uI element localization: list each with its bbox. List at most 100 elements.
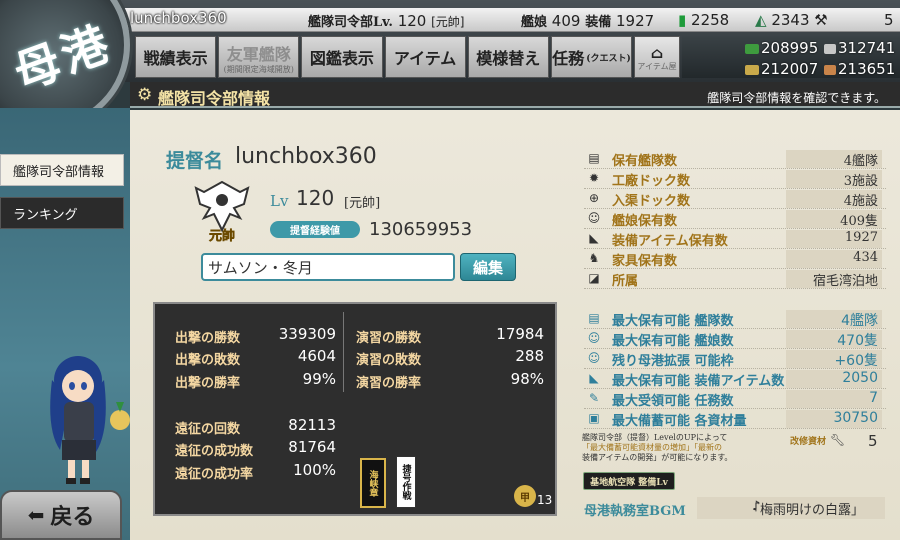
stat-row-repair-docks: ⊕ 入渠ドック数 4施設 xyxy=(584,189,886,209)
furniture-icon: ♞ xyxy=(588,251,600,265)
ammo-stat: 312741 xyxy=(824,39,895,57)
bauxite-value: 213651 xyxy=(838,60,896,78)
stat-value: 1927 xyxy=(786,230,882,248)
bauxite-stat: 213651 xyxy=(824,60,895,78)
sortie-rate-label: 出撃の勝率 xyxy=(175,376,241,391)
note-line-3: 装備アイテムの開発」が可能になります。 xyxy=(582,453,733,462)
level-rank: [元帥] xyxy=(344,196,381,211)
main-nav: 戦績表示 友軍艦隊 (期間限定海域開放) 図鑑表示 アイテム 模様替え 任務 (… xyxy=(135,36,681,78)
pvp-rate-value: 98% xyxy=(510,370,544,388)
admiral-comment-input[interactable] xyxy=(201,253,455,281)
expedition-count-label: 遠征の回数 xyxy=(175,422,241,437)
admiral-name: lunchbox360 xyxy=(235,144,377,169)
medal-strait[interactable]: 海峡章 xyxy=(360,458,386,508)
stat-label: 装備アイテム保有数 xyxy=(612,234,728,249)
improvement-material-value: 5 xyxy=(868,432,878,450)
limit-value: +60隻 xyxy=(786,350,882,369)
shop-icon: ⌂ xyxy=(650,43,664,62)
item-shop-button[interactable]: ⌂ アイテム屋 xyxy=(634,36,681,78)
nav-quest[interactable]: 任務 (クエスト) xyxy=(550,36,633,78)
nav-friend-fleet-label: 友軍艦隊 xyxy=(226,44,291,64)
limit-value: 30750 xyxy=(786,410,882,428)
limit-row-fleets: ▤ 最大保有可能 艦隊数 4艦隊 xyxy=(584,309,886,329)
pvp-wins-value: 17984 xyxy=(496,325,544,343)
sidebar-item-label: 艦隊司令部情報 xyxy=(13,164,105,180)
stat-value: 4施設 xyxy=(786,190,882,209)
nav-friend-fleet[interactable]: 友軍艦隊 (期間限定海域開放) xyxy=(218,36,300,78)
nav-encyclopedia[interactable]: 図鑑表示 xyxy=(301,36,383,78)
page-title: 艦隊司令部情報 xyxy=(158,89,271,108)
base-icon: ◪ xyxy=(588,271,600,285)
resource-icon: ▣ xyxy=(588,411,600,425)
nav-items[interactable]: アイテム xyxy=(384,36,466,78)
nav-furniture[interactable]: 模様替え xyxy=(467,36,549,78)
secretary-shipgirl-illustration[interactable] xyxy=(30,340,140,490)
limit-value: 4艦隊 xyxy=(786,310,882,329)
exp-badge: 提督経験値 xyxy=(270,221,360,238)
expedition-success-label: 遠征の成功数 xyxy=(175,444,254,459)
rank-badge-text: 元帥 xyxy=(209,228,235,244)
limit-value: 2050 xyxy=(786,370,882,388)
bgm-selector[interactable]: 「梅雨明けの白露」 xyxy=(697,497,885,519)
limit-row-shipgirls: ☺ 最大保有可能 艦娘数 470隻 xyxy=(584,329,886,349)
pvp-wins-label: 演習の勝数 xyxy=(356,331,422,346)
repair-dock-icon: ⊕ xyxy=(588,191,600,205)
equipment-icon: ◣ xyxy=(589,231,599,245)
steel-value: 212007 xyxy=(761,60,819,78)
stat-value: 4艦隊 xyxy=(786,150,882,169)
bauxite-icon xyxy=(824,64,836,75)
item-shop-label: アイテム屋 xyxy=(637,61,677,71)
sortie-losses-value: 4604 xyxy=(297,347,336,365)
nav-record[interactable]: 戦績表示 xyxy=(135,36,217,78)
medal-hard-clear[interactable]: 甲 xyxy=(514,485,536,507)
medal-hard-clear-count: 13 xyxy=(537,493,553,507)
medal-operation[interactable]: 捷号作戦 xyxy=(396,456,416,508)
ship-count-label: 艦娘 xyxy=(521,15,548,30)
bucket-value: 2258 xyxy=(691,11,730,29)
back-arrow-icon: ⬅ xyxy=(27,503,45,527)
quest-icon: ✎ xyxy=(588,391,600,405)
sidebar-item-ranking[interactable]: ランキング xyxy=(0,197,124,229)
screw-icon: ⚒ xyxy=(814,11,828,29)
shipgirl-icon: ☺ xyxy=(587,331,601,345)
limit-value: 7 xyxy=(786,390,882,408)
ship-count-stat: 艦娘 409 装備 1927 xyxy=(521,11,654,30)
sidebar-item-hq-info[interactable]: 艦隊司令部情報 xyxy=(0,154,124,186)
nav-quest-sub: (クエスト) xyxy=(586,53,631,64)
admiral-name-label: 提督名 xyxy=(166,150,224,172)
airbase-maintenance-button[interactable]: 基地航空隊 整備Lv xyxy=(583,472,675,490)
fuel-icon xyxy=(745,43,759,54)
fuel-value: 208995 xyxy=(761,39,819,57)
stat-label: 保有艦隊数 xyxy=(612,154,678,169)
ship-count-value: 409 xyxy=(551,12,581,30)
bgm-value: 「梅雨明けの白露」 xyxy=(747,502,865,518)
nav-quest-label: 任務 xyxy=(552,49,585,68)
sortie-wins-value: 339309 xyxy=(278,325,336,343)
back-button[interactable]: ⬅ 戻る xyxy=(0,490,122,540)
bucket-stat: ▮ 2258 xyxy=(678,11,729,29)
level-up-note: 艦隊司令部（提督）LevelのUPによって 「最大備蓄可能資材量の増加」「最新の… xyxy=(582,433,787,463)
devmat-value: 2343 xyxy=(771,11,810,29)
sortie-rate-value: 99% xyxy=(302,370,336,388)
stat-value: 宿毛湾泊地 xyxy=(786,270,882,289)
limit-row-resources: ▣ 最大備蓄可能 各資材量 30750 xyxy=(584,409,886,429)
edit-comment-button[interactable]: 編集 xyxy=(460,253,516,281)
hq-level-value: 120 xyxy=(397,12,427,30)
stat-row-shipgirls: ☺ 艦娘保有数 409隻 xyxy=(584,209,886,229)
equipment-icon: ◣ xyxy=(589,371,599,385)
nav-friend-fleet-sub: (期間限定海域開放) xyxy=(223,64,294,74)
level-value: 120 xyxy=(296,186,335,210)
fuel-stat: 208995 xyxy=(745,39,818,57)
record-divider xyxy=(343,312,344,392)
nav-items-label: アイテム xyxy=(393,49,457,68)
nav-record-label: 戦績表示 xyxy=(143,49,208,68)
limit-label: 残り母港拡張 可能枠 xyxy=(612,354,734,369)
ammo-value: 312741 xyxy=(838,39,896,57)
stat-label: 入渠ドック数 xyxy=(612,194,691,209)
stat-row-furniture: ♞ 家具保有数 434 xyxy=(584,249,886,269)
expedition-rate-label: 遠征の成功率 xyxy=(175,467,254,482)
level-label: Lv xyxy=(270,192,289,210)
pvp-losses-label: 演習の敗数 xyxy=(356,353,422,368)
devmat-stat: ◭ 2343 ⚒ xyxy=(755,11,828,29)
rank-emblem-icon: 元帥 xyxy=(194,180,250,244)
